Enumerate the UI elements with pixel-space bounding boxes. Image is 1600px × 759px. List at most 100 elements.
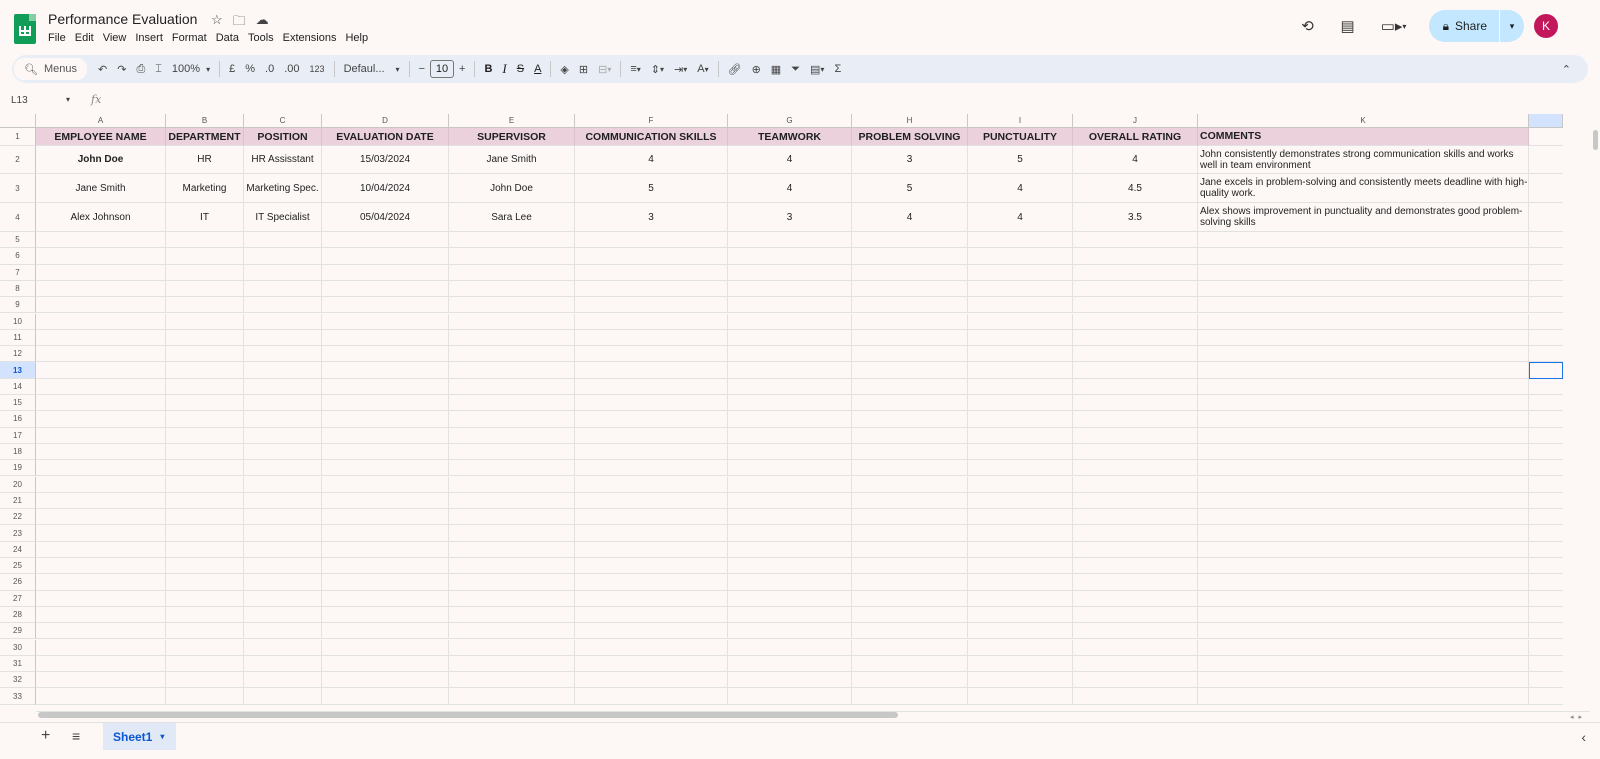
empty-cell[interactable] [1529,314,1563,330]
empty-cell[interactable] [852,590,968,607]
empty-cell[interactable] [449,541,575,558]
table-cell[interactable]: John Doe [449,174,575,203]
empty-cell[interactable] [36,427,166,444]
empty-cell[interactable] [1073,672,1198,689]
menu-file[interactable]: File [48,32,72,44]
empty-cell[interactable] [1529,460,1563,477]
empty-cell[interactable] [449,248,575,265]
empty-cell[interactable] [244,541,322,558]
empty-cell[interactable] [322,378,449,395]
empty-cell[interactable] [968,623,1073,640]
empty-cell[interactable] [322,525,449,542]
table-cell[interactable]: 4 [968,174,1073,203]
empty-cell[interactable] [449,606,575,624]
font-select[interactable]: Defaul... ▾ [339,55,405,83]
empty-cell[interactable] [1529,146,1563,174]
empty-cell[interactable] [575,264,728,281]
empty-cell[interactable] [852,574,968,591]
empty-cell[interactable] [166,525,244,542]
empty-cell[interactable] [1529,477,1563,493]
empty-cell[interactable] [1073,476,1198,493]
empty-cell[interactable] [36,346,166,363]
empty-cell[interactable] [968,558,1073,575]
empty-cell[interactable] [1073,297,1198,314]
empty-cell[interactable] [728,346,852,363]
column-header-l[interactable] [1529,114,1563,128]
row-header[interactable]: 1 [0,128,36,146]
empty-cell[interactable] [852,378,968,395]
empty-cell[interactable] [322,297,449,314]
empty-cell[interactable] [1529,281,1563,298]
empty-cell[interactable] [166,688,244,705]
empty-cell[interactable] [1198,395,1529,412]
empty-cell[interactable] [728,574,852,591]
empty-cell[interactable] [322,346,449,363]
empty-cell[interactable] [1529,330,1563,347]
move-folder-icon[interactable]: 🗀 [233,12,246,34]
empty-cell[interactable] [166,492,244,510]
empty-cell[interactable] [449,329,575,347]
avatar[interactable]: K [1534,14,1558,38]
empty-cell[interactable] [575,362,728,379]
print-icon[interactable]: ⎙ [131,55,150,83]
name-box-dropdown-icon[interactable]: ▾ [66,95,70,104]
empty-cell[interactable] [852,297,968,314]
empty-cell[interactable] [968,443,1073,461]
empty-cell[interactable] [166,329,244,347]
table-cell[interactable]: 4 [728,146,852,174]
header-cell[interactable]: EMPLOYEE NAME [36,128,166,146]
empty-cell[interactable] [968,655,1073,673]
empty-cell[interactable] [968,688,1073,705]
empty-cell[interactable] [1198,346,1529,363]
table-cell[interactable]: 4 [728,174,852,203]
header-cell[interactable]: EVALUATION DATE [322,128,449,146]
empty-cell[interactable] [244,606,322,624]
paint-format-icon[interactable]: ⌶ [150,55,167,83]
empty-cell[interactable] [968,329,1073,347]
table-cell[interactable]: John consistently demonstrates strong co… [1198,146,1529,174]
side-panel-toggle-icon[interactable]: ‹ [1581,729,1586,745]
empty-cell[interactable] [1529,493,1563,510]
empty-cell[interactable] [449,443,575,461]
empty-cell[interactable] [322,688,449,705]
empty-cell[interactable] [322,280,449,298]
empty-cell[interactable] [1073,590,1198,607]
row-header[interactable]: 4 [0,203,36,232]
text-wrapping-icon[interactable]: ⇥ ▾ [669,55,692,83]
empty-cell[interactable] [728,362,852,379]
empty-cell[interactable] [36,525,166,542]
empty-cell[interactable] [1529,411,1563,428]
empty-cell[interactable] [575,590,728,607]
share-dropdown-icon[interactable]: ▾ [1500,21,1524,32]
empty-cell[interactable] [166,411,244,428]
menus-search[interactable]: 🔍︎ Menus [14,58,87,80]
empty-cell[interactable] [968,313,1073,330]
empty-cell[interactable] [968,297,1073,314]
empty-cell[interactable] [1073,558,1198,575]
empty-cell[interactable] [166,362,244,379]
empty-cell[interactable] [36,476,166,493]
increase-decimal-button[interactable]: .00 [279,55,304,83]
empty-cell[interactable] [728,639,852,656]
empty-cell[interactable] [244,264,322,281]
empty-cell[interactable] [575,525,728,542]
empty-cell[interactable] [968,395,1073,412]
empty-cell[interactable] [1529,574,1563,591]
empty-cell[interactable] [322,509,449,526]
empty-cell[interactable] [968,232,1073,249]
empty-cell[interactable] [1198,672,1529,689]
column-header-c[interactable]: C [244,114,322,128]
empty-cell[interactable] [166,655,244,673]
empty-cell[interactable] [852,264,968,281]
menu-edit[interactable]: Edit [75,32,100,44]
empty-cell[interactable] [1073,395,1198,412]
empty-cell[interactable] [852,280,968,298]
empty-cell[interactable] [1529,265,1563,281]
empty-cell[interactable] [1198,232,1529,249]
empty-cell[interactable] [322,541,449,558]
empty-cell[interactable] [852,346,968,363]
empty-cell[interactable] [1198,639,1529,656]
scroll-arrows-icon[interactable]: ◂▸ [1570,713,1587,721]
empty-cell[interactable] [166,558,244,575]
empty-cell[interactable] [36,411,166,428]
